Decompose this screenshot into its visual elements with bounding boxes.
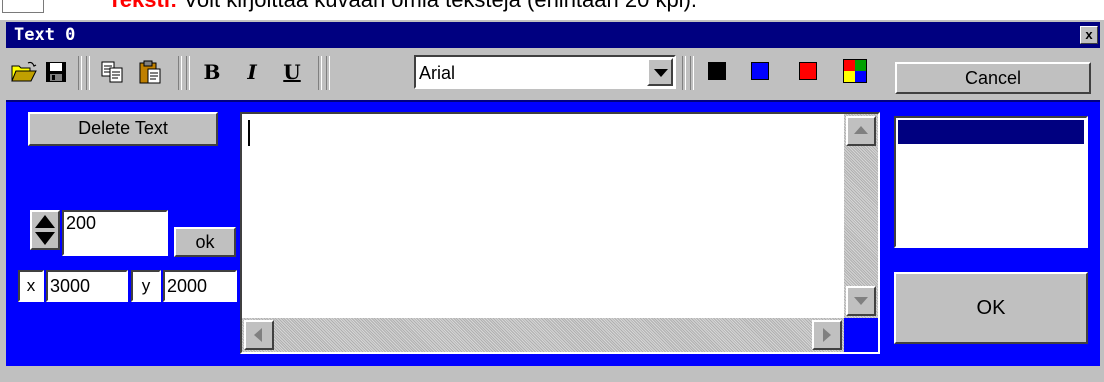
toolbar-separator — [682, 56, 686, 90]
scroll-right-button[interactable] — [812, 320, 842, 350]
caption-text: Teksti: Voit kirjoittaa kuvaan omia teks… — [108, 0, 697, 13]
list-item-selected[interactable] — [898, 120, 1084, 144]
title-bar: Text 0 x — [6, 22, 1100, 48]
up-down-arrows-icon — [35, 215, 55, 245]
toolbar-separator — [78, 56, 82, 90]
vertical-scrollbar[interactable] — [844, 114, 878, 318]
y-coordinate-label: y — [131, 270, 161, 302]
color-palette-icon[interactable] — [843, 59, 867, 83]
toolbar-separator — [318, 56, 322, 90]
scroll-down-button[interactable] — [846, 286, 876, 316]
italic-button[interactable]: I — [238, 58, 266, 86]
ok-button[interactable]: OK — [894, 272, 1088, 344]
chevron-down-icon[interactable] — [647, 58, 673, 86]
toolbar-separator — [86, 56, 90, 90]
color-red-button[interactable] — [799, 62, 817, 80]
scroll-left-button[interactable] — [244, 320, 274, 350]
font-select-value: Arial — [419, 63, 456, 83]
color-blue-button[interactable] — [751, 62, 769, 80]
x-coordinate-input[interactable]: 3000 — [46, 270, 128, 302]
window-title: Text 0 — [14, 25, 76, 45]
toolbar: B I U Arial Cancel — [6, 50, 1100, 96]
toolbar-separator — [326, 56, 330, 90]
toolbar-separator — [690, 56, 694, 90]
open-folder-icon[interactable] — [10, 58, 38, 86]
apply-size-button[interactable]: ok — [174, 227, 236, 257]
save-icon[interactable] — [42, 58, 70, 86]
scroll-up-button[interactable] — [846, 116, 876, 146]
horizontal-scrollbar[interactable] — [242, 318, 844, 352]
toolbar-separator — [186, 56, 190, 90]
caption-box — [2, 0, 44, 13]
text-list[interactable] — [894, 116, 1088, 248]
caption-bold-word: Teksti: — [108, 0, 177, 12]
caption-description: Voit kirjoittaa kuvaan omia tekstejä (en… — [177, 0, 697, 12]
scrollbar-corner — [844, 318, 878, 352]
text-caret — [248, 120, 250, 146]
underline-button[interactable]: U — [278, 58, 306, 86]
close-button[interactable]: x — [1080, 26, 1098, 44]
font-select[interactable]: Arial — [414, 55, 676, 89]
text-editor[interactable] — [240, 112, 880, 354]
y-coordinate-input[interactable]: 2000 — [163, 270, 237, 302]
cancel-button[interactable]: Cancel — [895, 62, 1091, 94]
delete-text-button[interactable]: Delete Text — [28, 112, 218, 146]
bold-button[interactable]: B — [198, 58, 226, 86]
status-bar — [6, 366, 1100, 382]
work-area: Delete Text 200 ok x 3000 y 2000 OK — [6, 100, 1100, 366]
text-size-input[interactable]: 200 — [62, 210, 168, 256]
toolbar-separator — [178, 56, 182, 90]
document-caption: Teksti: Voit kirjoittaa kuvaan omia teks… — [0, 0, 1104, 22]
text-dialog: Text 0 x B I U Arial Cancel Delete Text … — [0, 20, 1104, 382]
copy-icon[interactable] — [98, 58, 126, 86]
size-spinner[interactable] — [30, 210, 60, 250]
paste-icon[interactable] — [136, 58, 164, 86]
color-black-button[interactable] — [708, 62, 726, 80]
x-coordinate-label: x — [18, 270, 44, 302]
